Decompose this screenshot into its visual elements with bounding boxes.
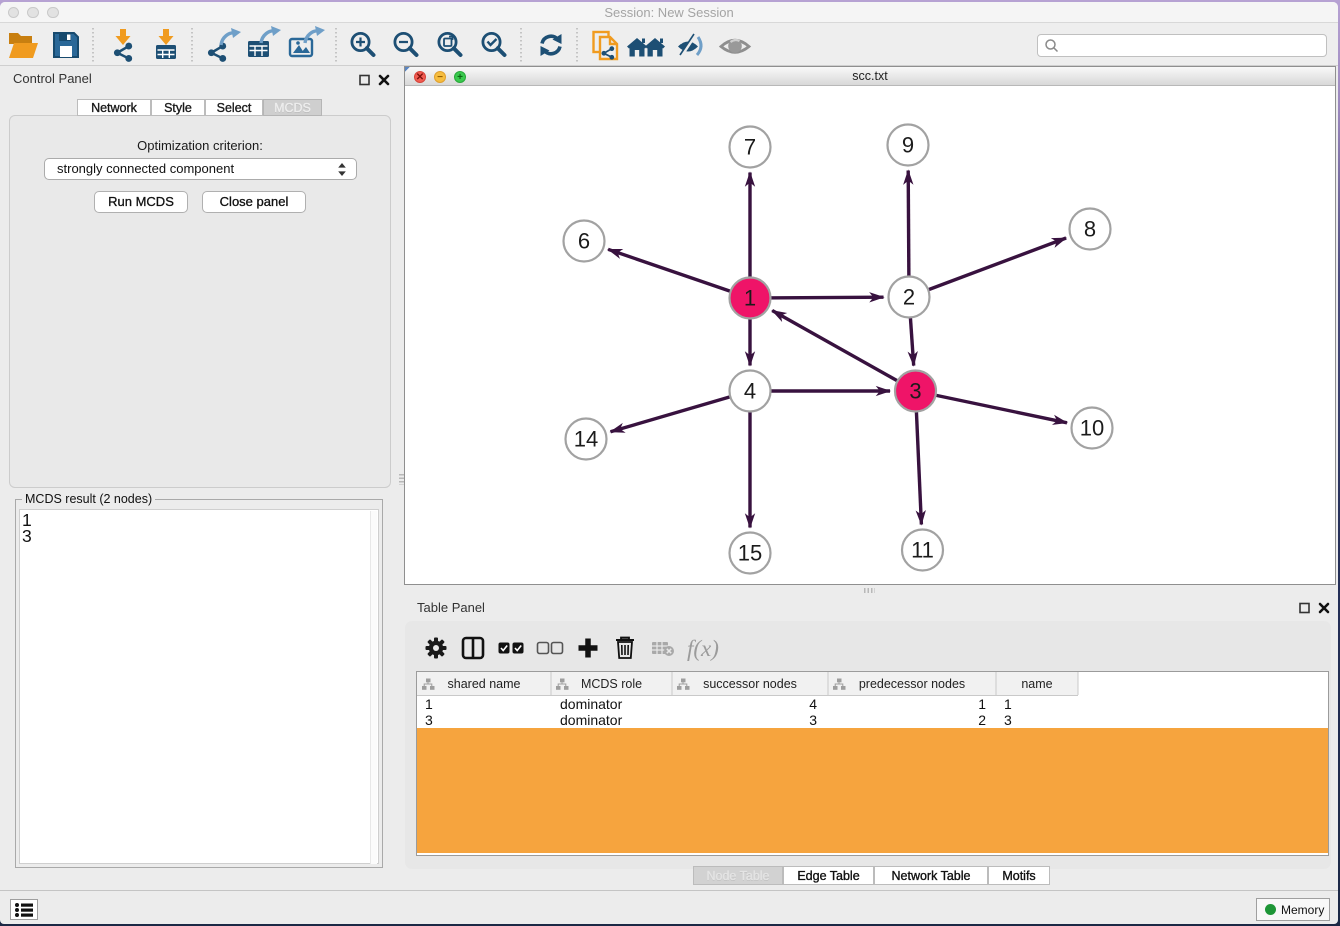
svg-text:predecessor nodes: predecessor nodes — [859, 677, 965, 691]
svg-text:f(x): f(x) — [687, 636, 719, 661]
svg-text:4: 4 — [744, 379, 756, 404]
svg-text:1: 1 — [744, 286, 756, 311]
svg-text:10: 10 — [1080, 416, 1104, 441]
svg-text:shared name: shared name — [448, 677, 521, 691]
svg-text:9: 9 — [902, 133, 914, 158]
svg-text:2: 2 — [903, 285, 915, 310]
svg-text:15: 15 — [738, 541, 762, 566]
svg-text:3: 3 — [909, 379, 921, 404]
svg-text:name: name — [1021, 677, 1052, 691]
svg-text:8: 8 — [1084, 217, 1096, 242]
svg-text:MCDS role: MCDS role — [581, 677, 642, 691]
svg-text:7: 7 — [744, 135, 756, 160]
svg-text:successor nodes: successor nodes — [703, 677, 797, 691]
svg-text:11: 11 — [911, 538, 934, 563]
svg-text:14: 14 — [574, 427, 598, 452]
svg-text:6: 6 — [578, 229, 590, 254]
